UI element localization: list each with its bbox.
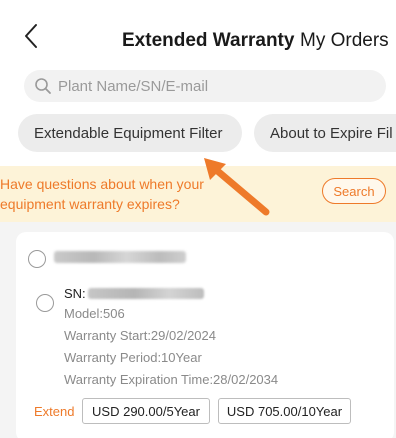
model-text: Model:506 bbox=[64, 306, 125, 321]
plant-select-radio[interactable] bbox=[28, 250, 46, 268]
warranty-expiration-text: Warranty Expiration Time:28/02/2034 bbox=[64, 372, 279, 387]
info-banner: Have questions about when your equipment… bbox=[0, 166, 396, 222]
header-bar: Extended Warranty My Orders bbox=[0, 0, 396, 64]
warranty-period-text: Warranty Period:10Year bbox=[64, 350, 202, 365]
search-placeholder: Plant Name/SN/E-mail bbox=[58, 77, 209, 95]
about-to-expire-filter-chip[interactable]: About to Expire Fil bbox=[254, 114, 396, 152]
search-icon bbox=[35, 78, 51, 94]
extendable-equipment-filter-chip[interactable]: Extendable Equipment Filter bbox=[18, 114, 242, 152]
sn-label: SN: bbox=[64, 286, 86, 301]
banner-search-button[interactable]: Search bbox=[322, 178, 386, 204]
my-orders-tab[interactable]: My Orders bbox=[300, 30, 389, 52]
back-chevron-icon[interactable] bbox=[20, 22, 44, 50]
extend-5-year-button[interactable]: USD 290.00/5Year bbox=[82, 398, 210, 424]
search-input[interactable]: Plant Name/SN/E-mail bbox=[24, 70, 386, 102]
banner-text: Have questions about when your equipment… bbox=[0, 176, 204, 212]
extend-label: Extend bbox=[34, 404, 75, 419]
page-title: Extended Warranty bbox=[122, 30, 295, 51]
warranty-start-text: Warranty Start:29/02/2024 bbox=[64, 328, 216, 343]
plant-name-redacted bbox=[54, 251, 186, 263]
extended-warranty-page: Extended Warranty My Orders Plant Name/S… bbox=[0, 0, 396, 438]
sn-value-redacted bbox=[88, 288, 204, 299]
device-select-radio[interactable] bbox=[36, 294, 54, 312]
extend-10-year-button[interactable]: USD 705.00/10Year bbox=[218, 398, 351, 424]
